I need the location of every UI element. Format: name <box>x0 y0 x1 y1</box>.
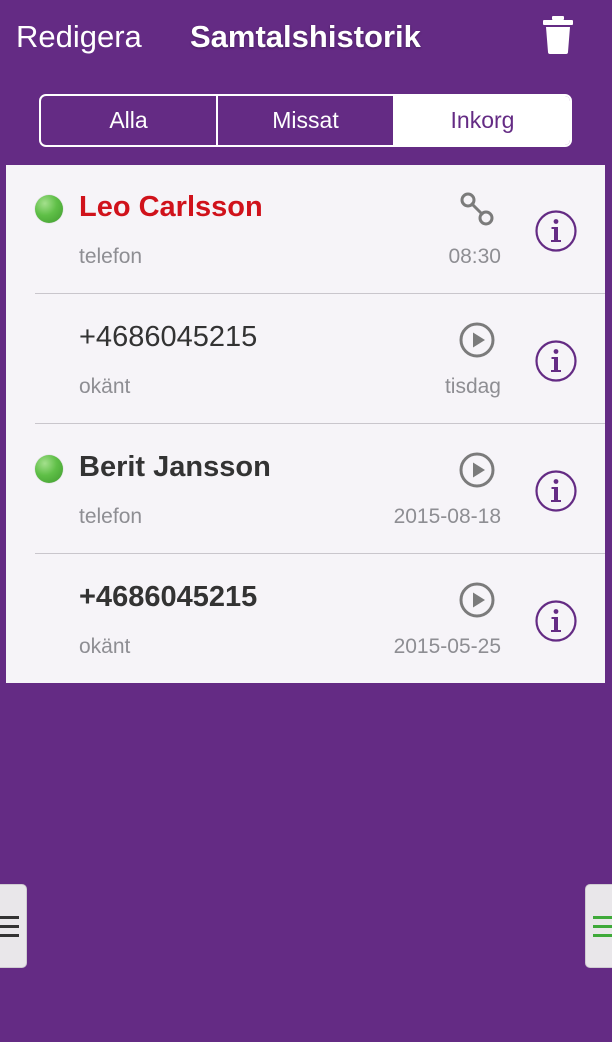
info-icon[interactable] <box>534 339 578 383</box>
left-drawer-handle[interactable] <box>0 884 27 968</box>
presence-indicator <box>35 455 63 483</box>
call-row-4[interactable]: +4686045215 okänt 2015-05-25 <box>6 555 605 684</box>
navigation-bar: Redigera Samtalshistorik <box>0 0 612 80</box>
page-title: Samtalshistorik <box>190 19 421 54</box>
call-time: tisdag <box>444 375 501 398</box>
presence-indicator <box>35 195 63 223</box>
call-time: 08:30 <box>448 245 501 268</box>
call-row-1[interactable]: Leo Carlsson telefon 08:30 <box>6 165 605 294</box>
play-icon[interactable] <box>458 581 496 619</box>
caller-name: Berit Jansson <box>79 451 271 483</box>
play-icon[interactable] <box>458 321 496 359</box>
call-row-2[interactable]: +4686045215 okänt tisdag <box>6 295 605 424</box>
trash-icon[interactable] <box>540 14 576 54</box>
call-time: 2015-05-25 <box>393 635 501 658</box>
caller-type: telefon <box>79 245 143 268</box>
play-icon[interactable] <box>458 451 496 489</box>
call-history-list: Leo Carlsson telefon 08:30 +4686045215 o… <box>6 165 605 683</box>
info-icon[interactable] <box>534 209 578 253</box>
row-divider <box>35 423 605 424</box>
info-icon[interactable] <box>534 469 578 513</box>
caller-name: +4686045215 <box>79 321 258 353</box>
row-divider <box>35 553 605 554</box>
caller-type: telefon <box>79 505 143 528</box>
menu-icon <box>0 916 19 937</box>
edit-button[interactable]: Redigera <box>16 18 142 56</box>
tab-alla[interactable]: Alla <box>41 96 216 145</box>
voicemail-icon <box>458 191 496 229</box>
caller-name: +4686045215 <box>79 581 258 613</box>
tab-inkorg[interactable]: Inkorg <box>393 96 570 145</box>
info-icon[interactable] <box>534 599 578 643</box>
row-divider <box>35 293 605 294</box>
caller-name: Leo Carlsson <box>79 191 263 223</box>
caller-type: okänt <box>79 375 131 398</box>
call-time: 2015-08-18 <box>393 505 501 528</box>
filter-segmented-control: Alla Missat Inkorg <box>39 94 572 147</box>
call-row-3[interactable]: Berit Jansson telefon 2015-08-18 <box>6 425 605 554</box>
caller-type: okänt <box>79 635 131 658</box>
tab-missat[interactable]: Missat <box>216 96 393 145</box>
right-drawer-handle[interactable] <box>585 884 612 968</box>
menu-icon <box>593 916 612 937</box>
